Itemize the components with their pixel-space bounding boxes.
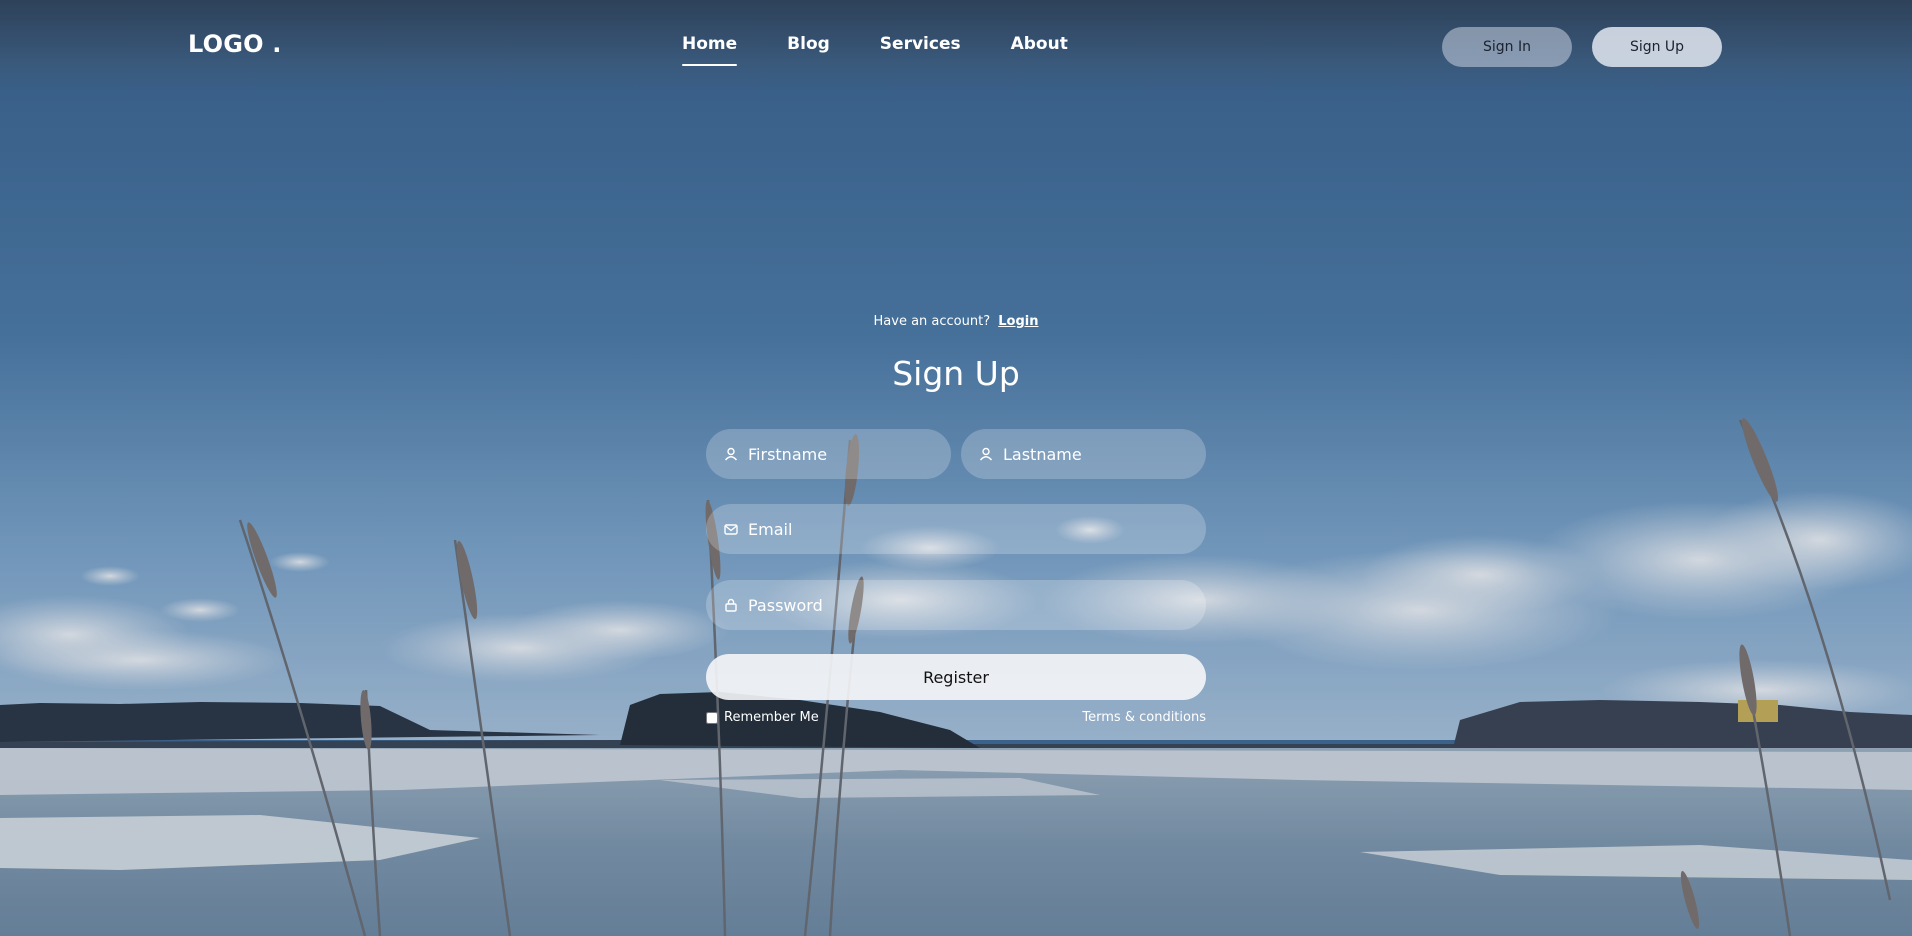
have-account-label: Have an account? <box>873 314 991 329</box>
remember-me-label: Remember Me <box>724 710 819 725</box>
email-input[interactable] <box>748 519 1206 539</box>
lastname-field[interactable] <box>961 429 1206 479</box>
user-icon <box>979 447 993 461</box>
login-link[interactable]: Login <box>998 314 1038 329</box>
firstname-input[interactable] <box>748 444 951 464</box>
nav-blog-link[interactable]: Blog <box>787 34 830 66</box>
terms-link[interactable]: Terms & conditions <box>1082 710 1206 725</box>
main-nav: Home Blog Services About <box>682 34 1068 66</box>
password-field[interactable] <box>706 580 1206 630</box>
logo[interactable]: LOGO . <box>188 30 282 58</box>
register-button[interactable]: Register <box>706 654 1206 700</box>
nav-services-link[interactable]: Services <box>880 34 961 66</box>
background-landscape <box>0 0 1912 936</box>
sign-in-button[interactable]: Sign In <box>1442 27 1572 67</box>
have-account-text: Have an account? Login <box>706 314 1206 329</box>
lastname-input[interactable] <box>1003 444 1206 464</box>
user-icon <box>724 447 738 461</box>
nav-home-link[interactable]: Home <box>682 34 738 66</box>
email-field[interactable] <box>706 504 1206 554</box>
sign-up-button[interactable]: Sign Up <box>1592 27 1722 67</box>
firstname-field[interactable] <box>706 429 951 479</box>
mail-icon <box>724 524 738 535</box>
password-input[interactable] <box>748 595 1206 615</box>
nav-about-link[interactable]: About <box>1011 34 1068 66</box>
lock-icon <box>725 598 737 612</box>
top-navbar: LOGO . Home Blog Services About Sign In … <box>0 0 1912 92</box>
form-title: Sign Up <box>892 354 1020 393</box>
remember-me[interactable]: Remember Me <box>706 710 819 725</box>
remember-me-checkbox[interactable] <box>706 711 718 724</box>
